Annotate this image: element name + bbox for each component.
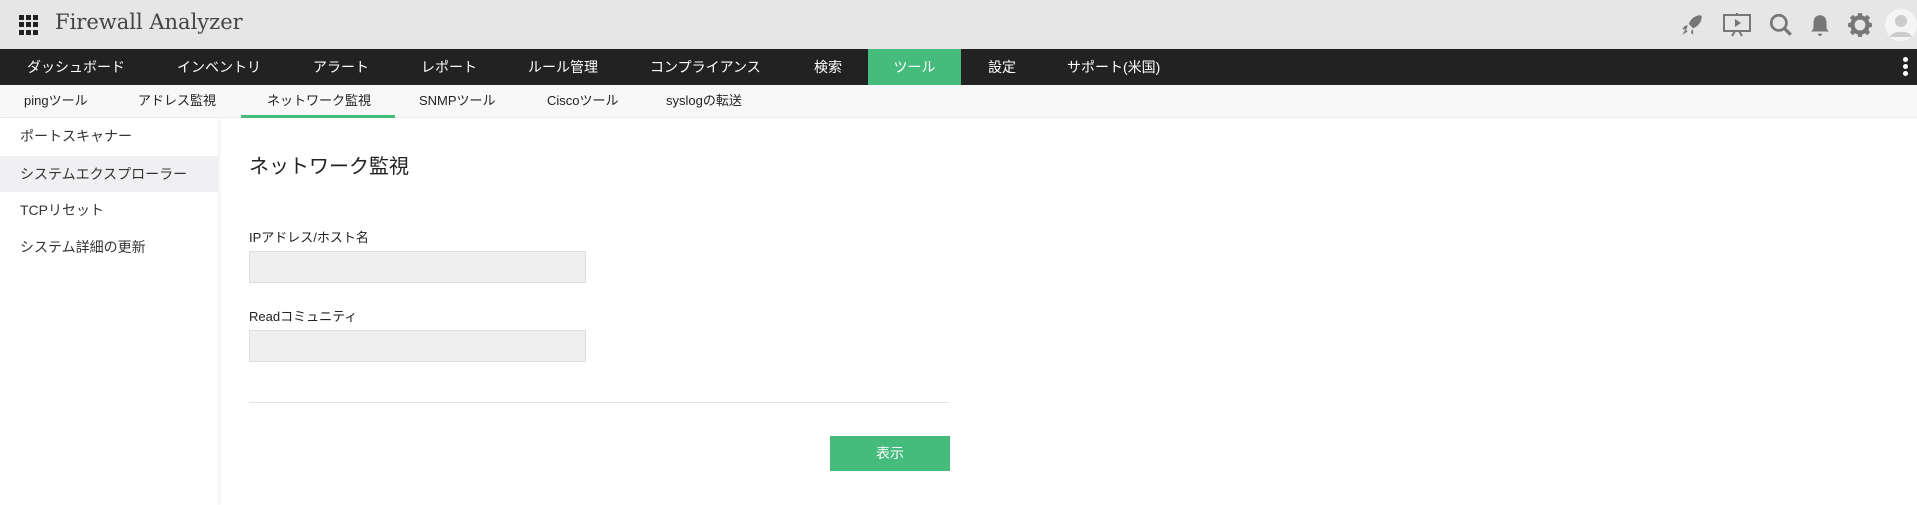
read-community-label: Readコミュニティ: [249, 309, 358, 324]
nav-reports[interactable]: レポート: [421, 49, 477, 85]
sidebar-item-tcp-reset[interactable]: TCPリセット: [0, 192, 218, 228]
tab-syslog-forward[interactable]: syslogの転送: [666, 85, 742, 118]
sidebar-item-port-scanner[interactable]: ポートスキャナー: [0, 118, 218, 154]
tab-ping-tool[interactable]: pingツール: [24, 85, 88, 118]
nav-dashboard[interactable]: ダッシュボード: [27, 49, 125, 85]
divider: [249, 402, 949, 403]
nav-inventory[interactable]: インベントリ: [177, 49, 261, 85]
read-community-input[interactable]: [249, 330, 586, 362]
sidebar: ポートスキャナー システムエクスプローラー TCPリセット システム詳細の更新: [0, 118, 218, 505]
sidebar-item-update-system-details[interactable]: システム詳細の更新: [0, 229, 218, 265]
tab-network-monitor[interactable]: ネットワーク監視: [267, 85, 371, 118]
tab-snmp-tool[interactable]: SNMPツール: [419, 85, 496, 118]
top-header: Firewall Analyzer: [0, 0, 1917, 49]
app-title: Firewall Analyzer: [55, 10, 243, 34]
nav-tools[interactable]: ツール: [868, 49, 961, 85]
more-menu-icon[interactable]: [1903, 57, 1909, 78]
avatar[interactable]: [1885, 9, 1917, 41]
page-title: ネットワーク監視: [249, 156, 409, 178]
nav-compliance[interactable]: コンプライアンス: [650, 49, 761, 85]
ip-host-input[interactable]: [249, 251, 586, 283]
nav-search[interactable]: 検索: [814, 49, 842, 85]
nav-rule-management[interactable]: ルール管理: [528, 49, 598, 85]
sidebar-item-system-explorer[interactable]: システムエクスプローラー: [0, 156, 218, 192]
active-tab-indicator: [241, 115, 395, 118]
ip-host-label: IPアドレス/ホスト名: [249, 230, 369, 245]
bell-icon[interactable]: [1807, 12, 1833, 38]
gear-icon[interactable]: [1847, 12, 1873, 38]
main-nav: ダッシュボード インベントリ アラート レポート ルール管理 コンプライアンス …: [0, 49, 1917, 85]
nav-settings[interactable]: 設定: [988, 49, 1016, 85]
nav-support[interactable]: サポート(米国): [1067, 49, 1160, 85]
presentation-icon[interactable]: [1722, 12, 1752, 38]
tab-cisco-tool[interactable]: Ciscoツール: [547, 85, 619, 118]
app-grid-icon[interactable]: [19, 15, 39, 35]
nav-alerts[interactable]: アラート: [313, 49, 369, 85]
tab-address-monitor[interactable]: アドレス監視: [138, 85, 216, 118]
sub-nav: pingツール アドレス監視 ネットワーク監視 SNMPツール Ciscoツール…: [0, 85, 1917, 118]
search-icon[interactable]: [1768, 12, 1794, 38]
show-button[interactable]: 表示: [830, 436, 950, 471]
rocket-icon[interactable]: [1679, 12, 1705, 38]
